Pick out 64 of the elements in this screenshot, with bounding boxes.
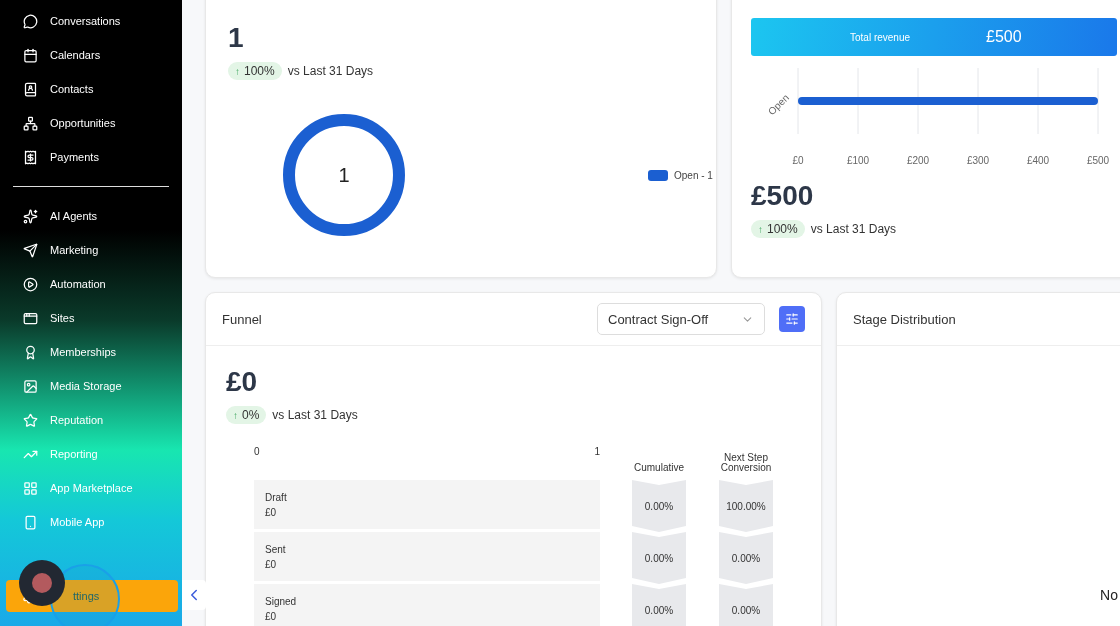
sliders-icon: [785, 312, 799, 326]
change-badge: ↑ 100%: [228, 62, 282, 80]
sidebar-item[interactable]: Automation: [0, 267, 182, 301]
image-icon: [23, 378, 38, 394]
cumulative-cell: 0.00%: [632, 480, 686, 532]
receipt-icon: [23, 149, 38, 165]
change-badge: ↑ 100%: [751, 220, 805, 238]
donut-center-label: 1: [338, 164, 350, 186]
smartphone-icon: [23, 514, 38, 530]
axis-tick-label: 1: [594, 446, 600, 457]
sidebar-item[interactable]: Memberships: [0, 335, 182, 369]
column-header: Next Step Conversion: [719, 453, 773, 473]
filter-button[interactable]: [779, 306, 805, 332]
paper-plane-icon: [23, 242, 38, 258]
axis-tick-label: £400: [1026, 155, 1050, 166]
nodes-icon: [23, 115, 38, 131]
funnel-stage-bar: Signed £0: [254, 584, 600, 626]
sidebar-item[interactable]: Opportunities: [0, 106, 182, 140]
star-icon: [23, 412, 38, 428]
screen-recorder-menu[interactable]: [19, 560, 120, 626]
contact-book-icon: [23, 81, 38, 97]
axis-tick-label: £0: [792, 155, 804, 166]
sidebar-item[interactable]: AI Agents: [0, 199, 182, 233]
card-title: Stage Distribution: [853, 311, 957, 327]
conversion-cell: 0.00%: [719, 584, 773, 626]
stage-dropdown[interactable]: Contract Sign-Off: [597, 303, 765, 335]
legend-item: Open - 1: [648, 169, 713, 181]
metric-value: £0: [226, 366, 259, 398]
sparkles-icon: [23, 208, 38, 224]
sidebar-item[interactable]: Calendars: [0, 38, 182, 72]
collapse-button[interactable]: [182, 580, 206, 610]
empty-state-text: No: [1100, 587, 1118, 603]
comparison-text: vs Last 31 Days: [287, 64, 374, 78]
axis-tick-label: £100: [846, 155, 870, 166]
conversion-cell: 100.00%: [719, 480, 773, 532]
sidebar-item[interactable]: Marketing: [0, 233, 182, 267]
cumulative-cell: 0.00%: [632, 584, 686, 626]
cumulative-cell: 0.00%: [632, 532, 686, 584]
chat-bubble-icon: [23, 13, 38, 29]
metric-value: £500: [751, 180, 815, 212]
play-circle-icon: [23, 276, 38, 292]
funnel-stage-bar: Sent £0: [254, 532, 600, 581]
sidebar-item[interactable]: Payments: [0, 140, 182, 174]
comparison-text: vs Last 31 Days: [272, 408, 358, 422]
funnel-stage-bar: Draft £0: [254, 480, 600, 529]
sidebar-item[interactable]: Contacts: [0, 72, 182, 106]
axis-tick-label: £500: [1086, 155, 1110, 166]
award-icon: [23, 344, 38, 360]
grid-icon: [23, 480, 38, 496]
total-revenue-banner: Total revenue £500: [751, 18, 1117, 56]
sidebar-item[interactable]: Sites: [0, 301, 182, 335]
axis-tick-label: 0: [254, 446, 260, 457]
column-header: Cumulative: [633, 463, 685, 473]
card-title: Funnel: [222, 311, 263, 327]
metric-value: 1: [228, 22, 245, 54]
change-badge: ↑ 0%: [226, 406, 267, 424]
axis-tick-label: £200: [906, 155, 930, 166]
axis-tick-label: £300: [966, 155, 990, 166]
browser-window-icon: [23, 310, 38, 326]
calendar-icon: [23, 47, 38, 63]
comparison-text: vs Last 31 Days: [810, 222, 897, 236]
conversion-cell: 0.00%: [719, 532, 773, 584]
sidebar-item[interactable]: Media Storage: [0, 369, 182, 403]
sidebar-item[interactable]: Conversations: [0, 4, 182, 38]
